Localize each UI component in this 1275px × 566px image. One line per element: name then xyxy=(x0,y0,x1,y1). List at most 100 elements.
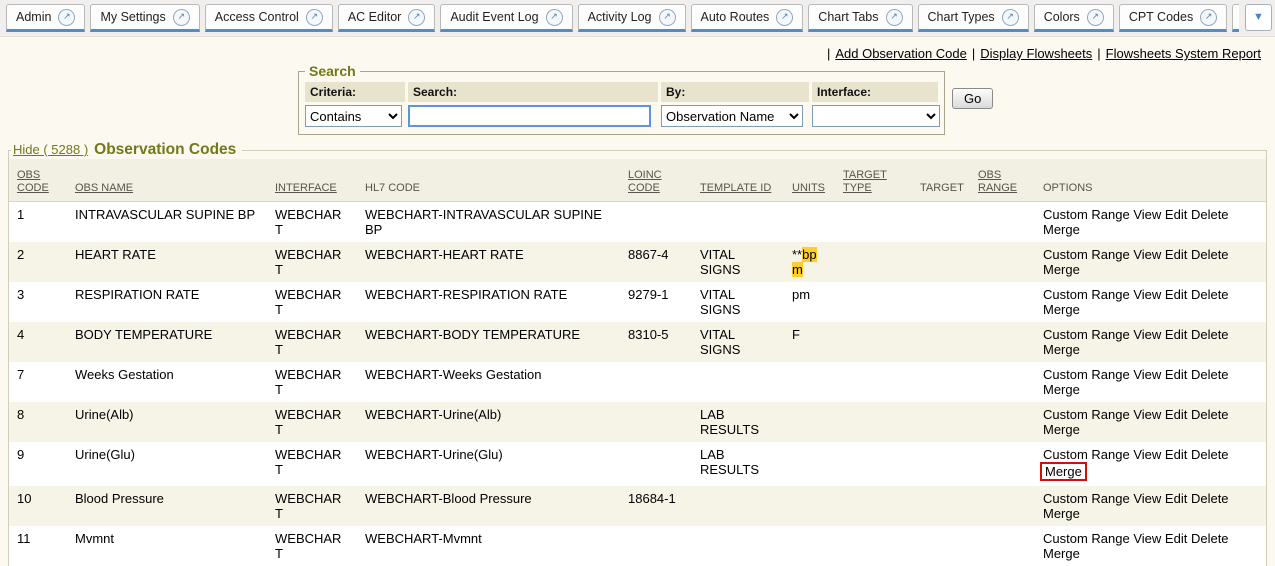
popup-arrow-icon[interactable]: ↗ xyxy=(659,9,676,26)
option-merge-link[interactable]: Merge xyxy=(1043,422,1080,437)
column-header-interface[interactable]: INTERFACE xyxy=(267,159,357,202)
option-delete-link[interactable]: Delete xyxy=(1191,447,1229,462)
sort-link-units[interactable]: UNITS xyxy=(792,182,825,194)
option-view-link[interactable]: View xyxy=(1133,531,1161,546)
popup-arrow-icon[interactable]: ↗ xyxy=(1087,9,1104,26)
option-merge-link[interactable]: Merge xyxy=(1043,382,1080,397)
tab-colors[interactable]: Colors↗ xyxy=(1034,4,1114,32)
criteria-select[interactable]: Contains xyxy=(305,105,402,127)
option-delete-link[interactable]: Delete xyxy=(1191,207,1229,222)
tab-audit-event-log[interactable]: Audit Event Log↗ xyxy=(440,4,572,32)
add-observation-code-link[interactable]: Add Observation Code xyxy=(835,46,967,61)
popup-arrow-icon[interactable]: ↗ xyxy=(886,9,903,26)
option-custom-range-link[interactable]: Custom Range xyxy=(1043,287,1130,302)
cell-obs-range xyxy=(970,526,1035,566)
option-edit-link[interactable]: Edit xyxy=(1165,531,1187,546)
popup-arrow-icon[interactable]: ↗ xyxy=(58,9,75,26)
option-edit-link[interactable]: Edit xyxy=(1165,287,1187,302)
option-edit-link[interactable]: Edit xyxy=(1165,367,1187,382)
tab-chart-tabs[interactable]: Chart Tabs↗ xyxy=(808,4,912,32)
cell-loinc-code: 9279-1 xyxy=(620,282,692,322)
popup-arrow-icon[interactable]: ↗ xyxy=(1002,9,1019,26)
option-view-link[interactable]: View xyxy=(1133,491,1161,506)
column-header-target-type[interactable]: TARGET TYPE xyxy=(835,159,912,202)
tab-cpt-requirements[interactable]: CPT Requirements↗ xyxy=(1232,4,1239,32)
option-custom-range-link[interactable]: Custom Range xyxy=(1043,447,1130,462)
option-delete-link[interactable]: Delete xyxy=(1191,367,1229,382)
column-header-units[interactable]: UNITS xyxy=(784,159,835,202)
search-panel-legend: Search xyxy=(305,63,360,79)
option-merge-link[interactable]: Merge xyxy=(1040,462,1087,481)
option-delete-link[interactable]: Delete xyxy=(1191,531,1229,546)
option-custom-range-link[interactable]: Custom Range xyxy=(1043,491,1130,506)
go-button[interactable]: Go xyxy=(952,88,993,109)
sort-link-template-id[interactable]: TEMPLATE ID xyxy=(700,182,771,194)
tab-admin[interactable]: Admin↗ xyxy=(6,4,85,32)
column-header-template-id[interactable]: TEMPLATE ID xyxy=(692,159,784,202)
column-header-loinc-code[interactable]: LOINC CODE xyxy=(620,159,692,202)
option-delete-link[interactable]: Delete xyxy=(1191,327,1229,342)
option-delete-link[interactable]: Delete xyxy=(1191,491,1229,506)
popup-arrow-icon[interactable]: ↗ xyxy=(1200,9,1217,26)
cell-obs-range xyxy=(970,322,1035,362)
option-merge-link[interactable]: Merge xyxy=(1043,222,1080,237)
option-delete-link[interactable]: Delete xyxy=(1191,407,1229,422)
tab-access-control[interactable]: Access Control↗ xyxy=(205,4,333,32)
option-merge-link[interactable]: Merge xyxy=(1043,262,1080,277)
option-custom-range-link[interactable]: Custom Range xyxy=(1043,367,1130,382)
option-merge-link[interactable]: Merge xyxy=(1043,342,1080,357)
option-delete-link[interactable]: Delete xyxy=(1191,247,1229,262)
option-view-link[interactable]: View xyxy=(1133,407,1161,422)
option-merge-link[interactable]: Merge xyxy=(1043,546,1080,561)
by-select[interactable]: Observation Name xyxy=(661,105,803,127)
sort-link-obs-code[interactable]: OBS CODE xyxy=(17,169,49,194)
option-edit-link[interactable]: Edit xyxy=(1165,207,1187,222)
option-custom-range-link[interactable]: Custom Range xyxy=(1043,327,1130,342)
option-merge-link[interactable]: Merge xyxy=(1043,302,1080,317)
tab-overflow-button[interactable]: ▼ xyxy=(1245,4,1272,31)
sort-link-interface[interactable]: INTERFACE xyxy=(275,182,337,194)
column-header-obs-code[interactable]: OBS CODE xyxy=(9,159,67,202)
sort-link-loinc-code[interactable]: LOINC CODE xyxy=(628,169,662,194)
tab-ac-editor[interactable]: AC Editor↗ xyxy=(338,4,436,32)
option-edit-link[interactable]: Edit xyxy=(1165,407,1187,422)
tab-my-settings[interactable]: My Settings↗ xyxy=(90,4,199,32)
popup-arrow-icon[interactable]: ↗ xyxy=(546,9,563,26)
option-edit-link[interactable]: Edit xyxy=(1165,327,1187,342)
tab-activity-log[interactable]: Activity Log↗ xyxy=(578,4,686,32)
display-flowsheets-link[interactable]: Display Flowsheets xyxy=(980,46,1092,61)
option-view-link[interactable]: View xyxy=(1133,247,1161,262)
interface-select[interactable] xyxy=(812,105,940,127)
popup-arrow-icon[interactable]: ↗ xyxy=(173,9,190,26)
tab-auto-routes[interactable]: Auto Routes↗ xyxy=(691,4,804,32)
tab-chart-types[interactable]: Chart Types↗ xyxy=(918,4,1029,32)
popup-arrow-icon[interactable]: ↗ xyxy=(776,9,793,26)
option-edit-link[interactable]: Edit xyxy=(1165,247,1187,262)
sort-link-obs-range[interactable]: OBS RANGE xyxy=(978,169,1017,194)
cell-interface: WEBCHART xyxy=(267,442,357,486)
search-input[interactable] xyxy=(408,105,651,127)
hide-link[interactable]: Hide ( 5288 ) xyxy=(13,142,88,157)
option-custom-range-link[interactable]: Custom Range xyxy=(1043,207,1130,222)
option-view-link[interactable]: View xyxy=(1133,367,1161,382)
popup-arrow-icon[interactable]: ↗ xyxy=(408,9,425,26)
option-edit-link[interactable]: Edit xyxy=(1165,447,1187,462)
table-row: 8Urine(Alb)WEBCHARTWEBCHART-Urine(Alb)LA… xyxy=(9,402,1266,442)
column-header-obs-name[interactable]: OBS NAME xyxy=(67,159,267,202)
option-custom-range-link[interactable]: Custom Range xyxy=(1043,407,1130,422)
option-merge-link[interactable]: Merge xyxy=(1043,506,1080,521)
option-view-link[interactable]: View xyxy=(1133,207,1161,222)
option-view-link[interactable]: View xyxy=(1133,447,1161,462)
sort-link-target-type[interactable]: TARGET TYPE xyxy=(843,169,887,194)
option-view-link[interactable]: View xyxy=(1133,327,1161,342)
flowsheets-system-report-link[interactable]: Flowsheets System Report xyxy=(1106,46,1261,61)
column-header-obs-range[interactable]: OBS RANGE xyxy=(970,159,1035,202)
tab-cpt-codes[interactable]: CPT Codes↗ xyxy=(1119,4,1227,32)
option-custom-range-link[interactable]: Custom Range xyxy=(1043,247,1130,262)
option-edit-link[interactable]: Edit xyxy=(1165,491,1187,506)
sort-link-obs-name[interactable]: OBS NAME xyxy=(75,182,133,194)
option-view-link[interactable]: View xyxy=(1133,287,1161,302)
option-custom-range-link[interactable]: Custom Range xyxy=(1043,531,1130,546)
popup-arrow-icon[interactable]: ↗ xyxy=(306,9,323,26)
option-delete-link[interactable]: Delete xyxy=(1191,287,1229,302)
